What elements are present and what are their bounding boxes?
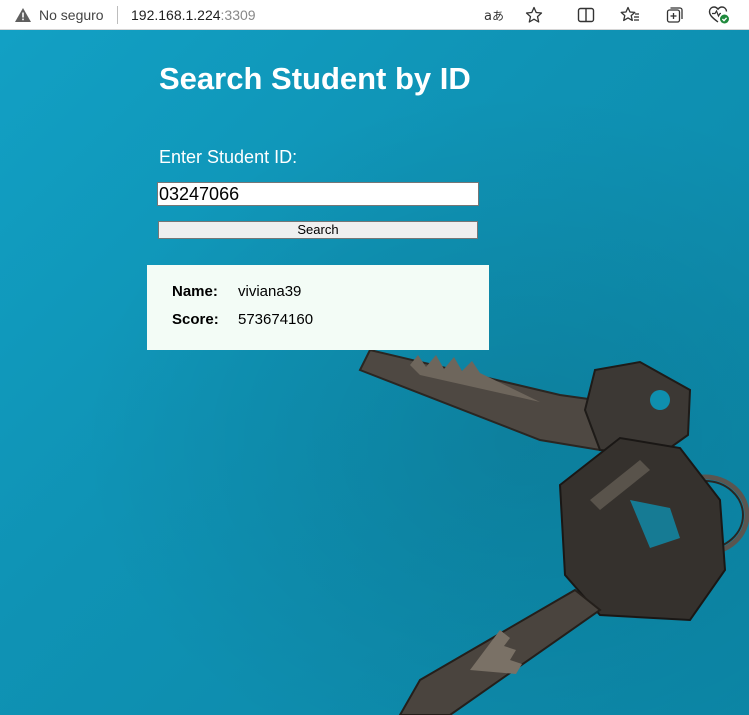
student-id-input[interactable] bbox=[157, 182, 479, 206]
svg-text:a: a bbox=[484, 9, 492, 23]
collections-button[interactable] bbox=[662, 3, 688, 27]
security-label: No seguro bbox=[39, 7, 104, 23]
split-screen-button[interactable] bbox=[573, 3, 599, 27]
name-value: viviana39 bbox=[238, 283, 302, 300]
browser-essentials-icon bbox=[708, 6, 729, 24]
read-aloud-icon: a あ bbox=[484, 9, 503, 23]
result-row-score: Score: 573674160 bbox=[172, 311, 313, 328]
score-value: 573674160 bbox=[238, 311, 314, 328]
browser-essentials-button[interactable] bbox=[706, 3, 732, 27]
background-image bbox=[0, 30, 749, 715]
read-aloud-button[interactable]: a あ bbox=[480, 3, 506, 27]
page-title: Search Student by ID bbox=[159, 61, 471, 96]
svg-text:あ: あ bbox=[492, 9, 503, 23]
split-screen-icon bbox=[577, 7, 595, 23]
name-label: Name: bbox=[172, 283, 218, 300]
add-favorite-button[interactable] bbox=[521, 3, 547, 27]
favorites-icon bbox=[620, 6, 639, 22]
url-port: :3309 bbox=[220, 7, 256, 23]
warning-icon bbox=[15, 8, 31, 22]
url-host: 192.168.1.224 bbox=[131, 7, 221, 23]
address-separator bbox=[117, 6, 118, 24]
favorite-star-icon bbox=[525, 6, 543, 23]
score-label: Score: bbox=[172, 311, 219, 328]
security-indicator[interactable]: No seguro bbox=[14, 6, 104, 24]
result-row-name: Name: viviana39 bbox=[172, 283, 301, 300]
favorites-button[interactable] bbox=[617, 3, 643, 27]
result-panel: Name: viviana39 Score: 573674160 bbox=[147, 265, 489, 350]
student-id-label: Enter Student ID: bbox=[159, 147, 298, 167]
search-button[interactable]: Search bbox=[158, 221, 478, 239]
browser-address-bar: No seguro 192.168.1.224:3309 a あ bbox=[0, 0, 749, 30]
collections-icon bbox=[666, 7, 683, 23]
keys-image bbox=[358, 348, 749, 715]
url-field[interactable]: 192.168.1.224:3309 bbox=[131, 6, 256, 24]
